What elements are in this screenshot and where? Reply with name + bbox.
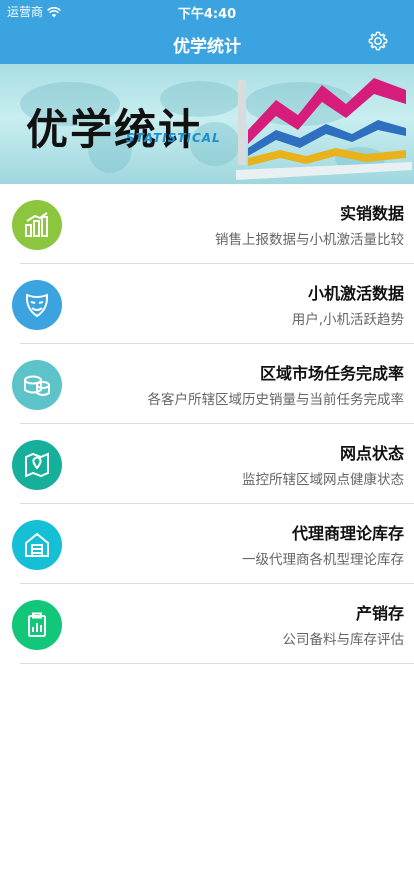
bar-chart-icon (12, 200, 62, 250)
menu-item-task-completion[interactable]: 区域市场任务完成率 各客户所辖区域历史销量与当前任务完成率 (0, 344, 414, 424)
menu-item-title: 实销数据 (339, 204, 404, 223)
menu-item-desc: 销售上报数据与小机激活量比较 (215, 232, 404, 248)
warehouse-icon (12, 520, 62, 570)
menu-item-title: 产销存 (355, 604, 404, 623)
coins-icon (12, 360, 62, 410)
menu-item-desc: 公司备料与库存评估 (282, 632, 405, 648)
nav-bar: 优学统计 (0, 22, 414, 64)
banner-title: 优学统计 (26, 105, 203, 154)
top-bar: 运营商 下午4:40 优学统计 (0, 0, 414, 64)
menu-item-production-sales-stock[interactable]: 产销存 公司备料与库存评估 (0, 584, 414, 664)
banner: 优学统计 STATISTICAL (0, 64, 414, 184)
menu-item-activation-data[interactable]: 小机激活数据 用户,小机活跃趋势 (0, 264, 414, 344)
menu-item-desc: 监控所辖区域网点健康状态 (242, 472, 404, 488)
menu-item-outlet-status[interactable]: 网点状态 监控所辖区域网点健康状态 (0, 424, 414, 504)
menu-item-title: 小机激活数据 (307, 284, 404, 303)
menu-item-title: 网点状态 (339, 444, 404, 463)
menu-item-desc: 各客户所辖区域历史销量与当前任务完成率 (147, 392, 405, 408)
clipboard-icon (12, 600, 62, 650)
page-title: 优学统计 (173, 37, 241, 57)
banner-chart-graphic (236, 78, 412, 180)
map-pin-icon (12, 440, 62, 490)
status-time: 下午4:40 (177, 7, 237, 22)
menu-item-desc: 一级代理商各机型理论库存 (242, 552, 404, 568)
mask-icon (12, 280, 62, 330)
menu-list: 实销数据 销售上报数据与小机激活量比较 小机激活数据 用户,小机活跃趋势 区域市… (0, 184, 414, 664)
gear-icon[interactable] (367, 30, 389, 52)
status-bar: 运营商 下午4:40 (0, 0, 414, 22)
divider (20, 663, 414, 664)
menu-item-title: 代理商理论库存 (291, 524, 404, 543)
menu-item-desc: 用户,小机活跃趋势 (291, 312, 404, 328)
menu-item-agent-inventory[interactable]: 代理商理论库存 一级代理商各机型理论库存 (0, 504, 414, 584)
menu-item-title: 区域市场任务完成率 (259, 364, 404, 383)
menu-item-sales-data[interactable]: 实销数据 销售上报数据与小机激活量比较 (0, 184, 414, 264)
banner-subtitle: STATISTICAL (126, 131, 221, 145)
